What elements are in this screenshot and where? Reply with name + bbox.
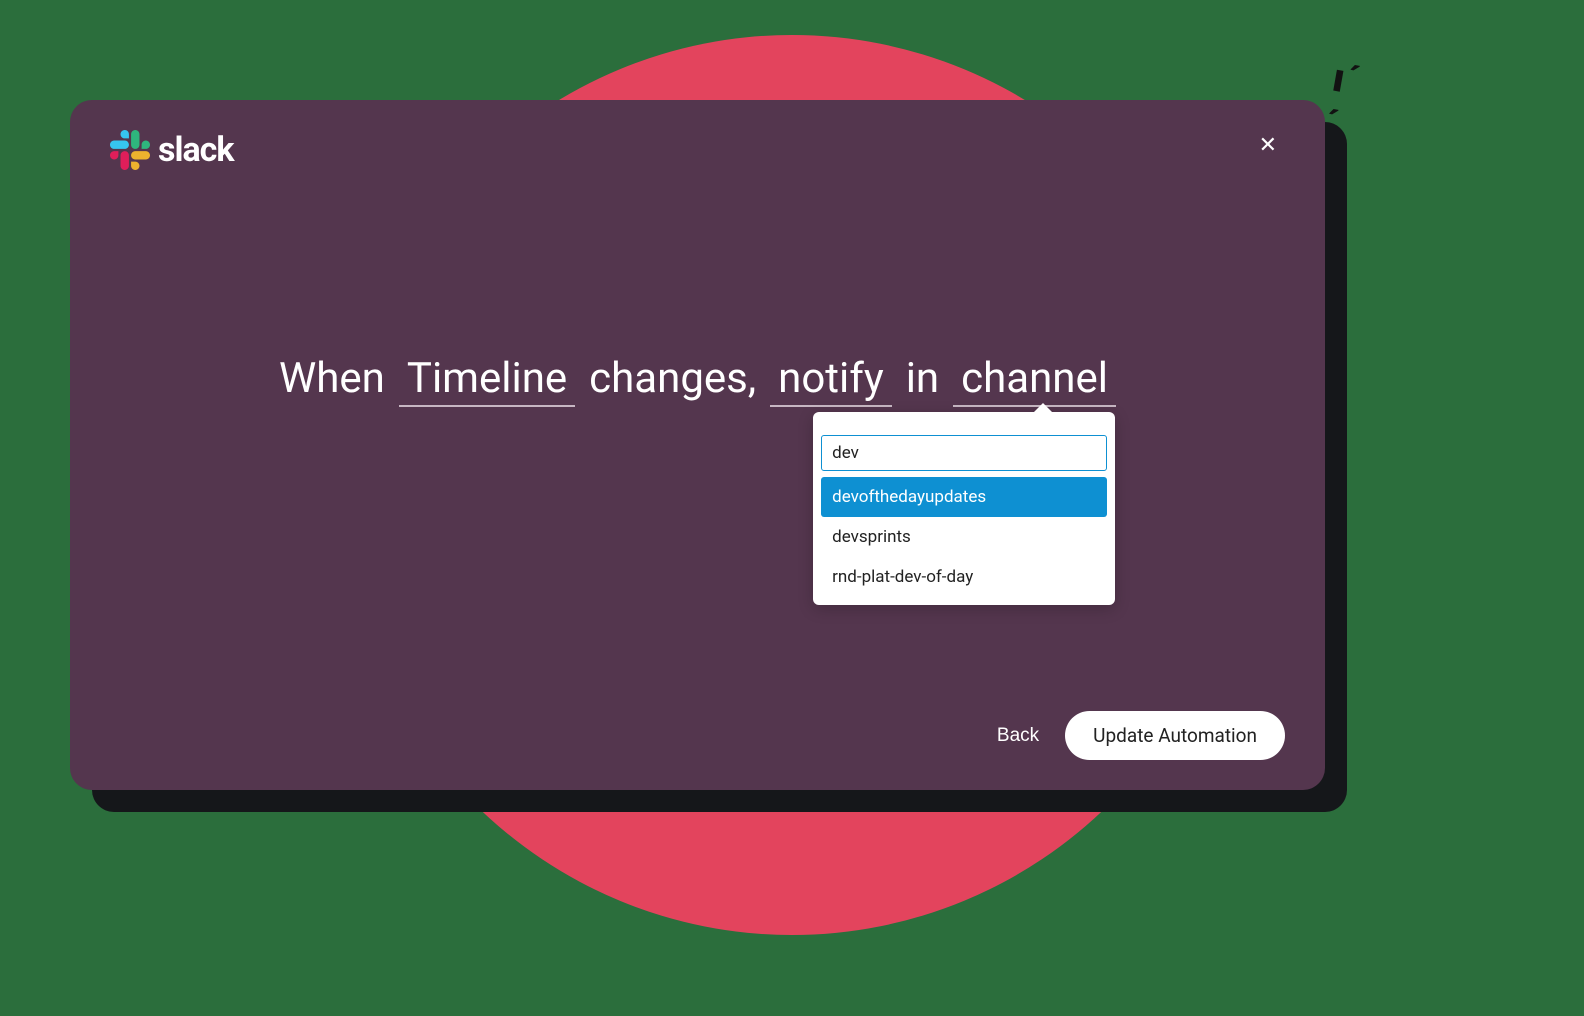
sentence-text: When bbox=[279, 354, 385, 403]
channel-dropdown: devofthedayupdatesdevsprintsrnd-plat-dev… bbox=[813, 412, 1115, 605]
channel-option[interactable]: rnd-plat-dev-of-day bbox=[821, 557, 1107, 597]
sparkle-icon: ı ˊˊ bbox=[1321, 54, 1360, 151]
update-automation-button[interactable]: Update Automation bbox=[1065, 711, 1285, 760]
modal-footer: Back Update Automation bbox=[110, 711, 1285, 760]
channel-filler[interactable]: channel devofthedayupdatesdevsprintsrnd-… bbox=[953, 354, 1116, 407]
channel-option-list: devofthedayupdatesdevsprintsrnd-plat-dev… bbox=[821, 477, 1107, 597]
sentence-text: in bbox=[906, 354, 939, 403]
modal-header: slack ✕ bbox=[110, 130, 1285, 170]
slack-logo: slack bbox=[110, 130, 234, 170]
slack-wordmark: slack bbox=[158, 130, 234, 170]
action-filler[interactable]: notify bbox=[770, 354, 892, 407]
back-button[interactable]: Back bbox=[997, 725, 1039, 747]
channel-search-input[interactable] bbox=[821, 435, 1107, 471]
automation-sentence: When Timeline changes, notify in channel… bbox=[279, 354, 1116, 407]
channel-option[interactable]: devofthedayupdates bbox=[821, 477, 1107, 517]
field-trigger-filler[interactable]: Timeline bbox=[399, 354, 575, 407]
slack-mark-icon bbox=[110, 130, 150, 170]
channel-option[interactable]: devsprints bbox=[821, 517, 1107, 557]
sentence-container: When Timeline changes, notify in channel… bbox=[110, 170, 1285, 711]
automation-modal: slack ✕ When Timeline changes, notify in… bbox=[70, 100, 1325, 790]
sentence-text: changes, bbox=[589, 354, 756, 403]
channel-filler-label: channel bbox=[961, 354, 1108, 403]
close-button[interactable]: ✕ bbox=[1251, 130, 1285, 160]
